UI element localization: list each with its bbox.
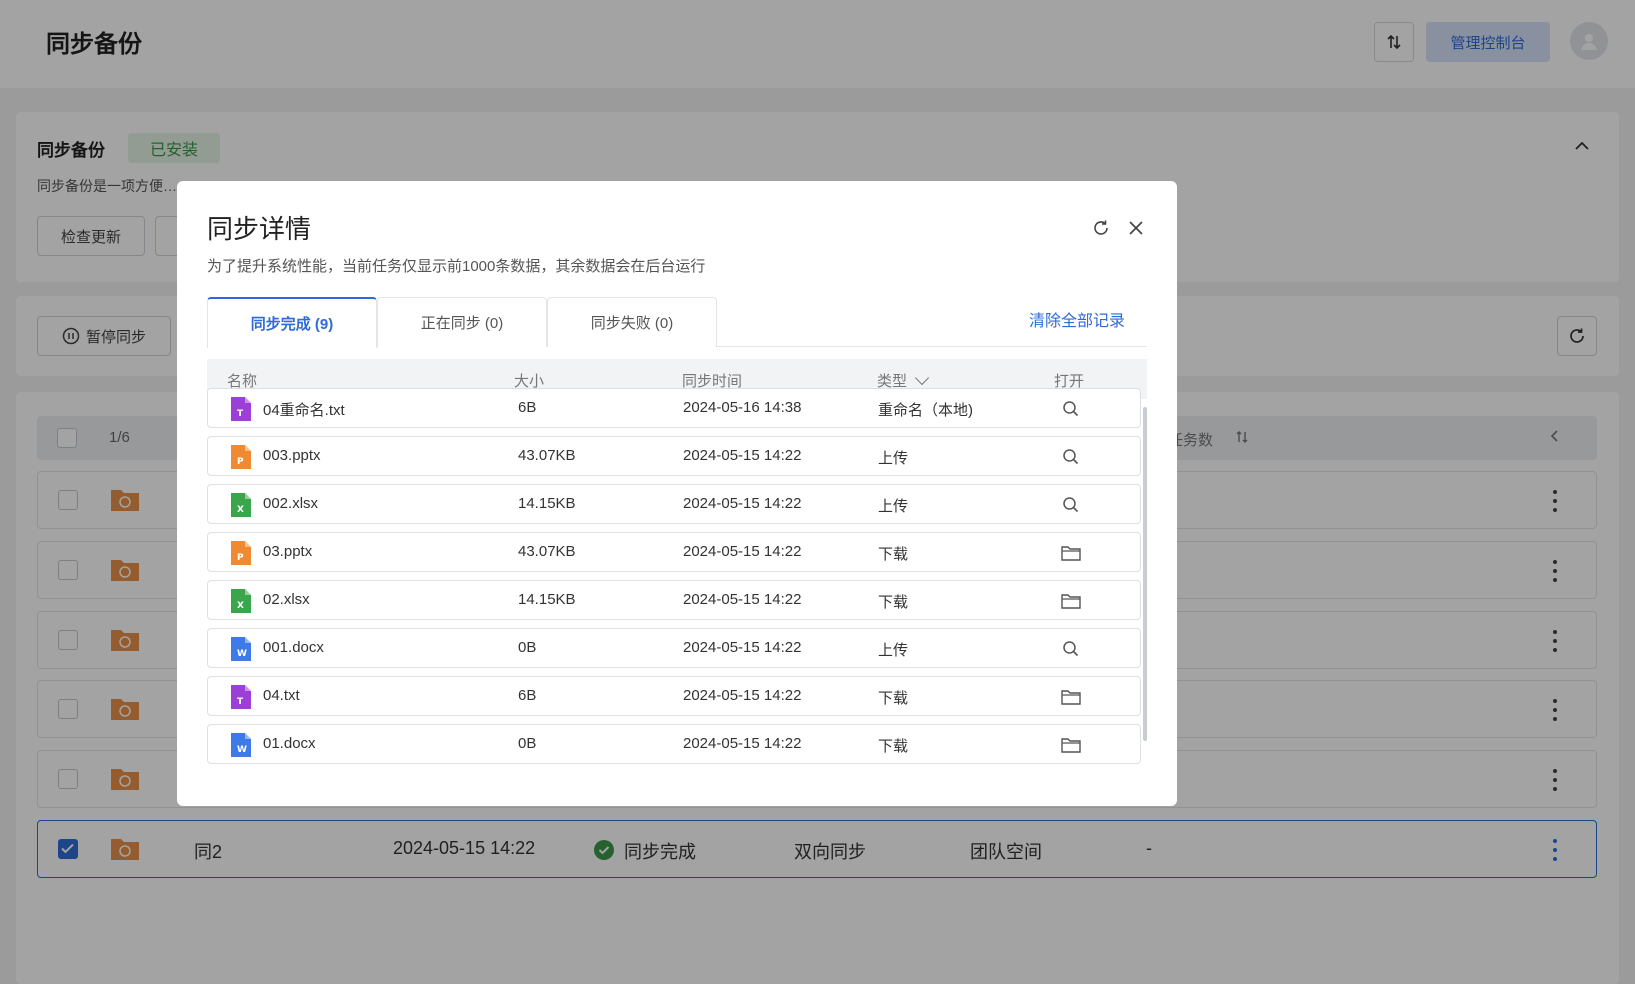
- file-size: 14.15KB: [518, 495, 576, 512]
- file-row[interactable]: T 04重命名.txt 6B 2024-05-16 14:38 重命名（本地): [207, 388, 1141, 428]
- tab-failed[interactable]: 同步失败 (0): [547, 297, 717, 347]
- pptx-file-icon: P: [230, 540, 252, 566]
- svg-text:W: W: [237, 649, 247, 659]
- search-icon[interactable]: [1060, 446, 1082, 468]
- file-name: 04.txt: [263, 687, 300, 704]
- sync-time: 2024-05-15 14:22: [683, 639, 802, 656]
- search-icon[interactable]: [1060, 398, 1082, 420]
- pptx-file-icon: P: [230, 444, 252, 470]
- file-name: 001.docx: [263, 639, 324, 656]
- tab-completed[interactable]: 同步完成 (9): [207, 297, 377, 348]
- file-size: 6B: [518, 687, 537, 704]
- sync-type: 下载: [878, 546, 909, 563]
- file-size: 43.07KB: [518, 447, 576, 464]
- tab-bar: 同步完成 (9) 正在同步 (0) 同步失败 (0): [207, 297, 1147, 348]
- svg-text:P: P: [237, 553, 244, 563]
- file-row[interactable]: T 04.txt 6B 2024-05-15 14:22 下载: [207, 676, 1141, 716]
- xlsx-file-icon: X: [230, 492, 252, 518]
- svg-text:T: T: [237, 409, 244, 419]
- refresh-icon[interactable]: [1090, 217, 1112, 239]
- file-row[interactable]: W 01.docx 0B 2024-05-15 14:22 下载: [207, 724, 1141, 764]
- svg-text:X: X: [237, 505, 244, 515]
- sync-time: 2024-05-15 14:22: [683, 687, 802, 704]
- sync-type: 上传: [878, 642, 909, 659]
- tab-syncing[interactable]: 正在同步 (0): [377, 297, 547, 347]
- file-size: 0B: [518, 639, 537, 656]
- folder-icon[interactable]: [1060, 686, 1082, 708]
- folder-icon[interactable]: [1060, 734, 1082, 756]
- clear-all-records-link[interactable]: 清除全部记录: [1029, 307, 1125, 331]
- file-row[interactable]: X 002.xlsx 14.15KB 2024-05-15 14:22 上传: [207, 484, 1141, 524]
- scrollbar[interactable]: [1143, 407, 1147, 741]
- file-name: 003.pptx: [263, 447, 321, 464]
- txt-file-icon: T: [230, 684, 252, 710]
- chevron-down-icon: [914, 370, 930, 386]
- sync-type: 下载: [878, 594, 909, 611]
- sync-time: 2024-05-15 14:22: [683, 591, 802, 608]
- file-row[interactable]: X 02.xlsx 14.15KB 2024-05-15 14:22 下载: [207, 580, 1141, 620]
- sync-type: 下载: [878, 690, 909, 707]
- modal-title: 同步详情: [207, 214, 312, 244]
- file-row[interactable]: W 001.docx 0B 2024-05-15 14:22 上传: [207, 628, 1141, 668]
- file-name: 03.pptx: [263, 543, 313, 560]
- file-name: 01.docx: [263, 735, 316, 752]
- file-size: 0B: [518, 735, 537, 752]
- file-size: 43.07KB: [518, 543, 576, 560]
- folder-icon[interactable]: [1060, 590, 1082, 612]
- file-name: 002.xlsx: [263, 495, 319, 512]
- svg-text:X: X: [237, 601, 244, 611]
- file-row[interactable]: P 03.pptx 43.07KB 2024-05-15 14:22 下载: [207, 532, 1141, 572]
- modal-notice: 为了提升系统性能，当前任务仅显示前1000条数据，其余数据会在后台运行: [207, 258, 706, 275]
- sync-time: 2024-05-15 14:22: [683, 735, 802, 752]
- file-name: 04重命名.txt: [263, 402, 345, 419]
- sync-detail-modal: 同步详情 为了提升系统性能，当前任务仅显示前1000条数据，其余数据会在后台运行…: [177, 181, 1177, 806]
- docx-file-icon: W: [230, 732, 252, 758]
- sync-type: 上传: [878, 498, 909, 515]
- sync-time: 2024-05-15 14:22: [683, 543, 802, 560]
- txt-file-icon: T: [230, 396, 252, 422]
- search-icon[interactable]: [1060, 638, 1082, 660]
- docx-file-icon: W: [230, 636, 252, 662]
- sync-type: 下载: [878, 738, 909, 755]
- svg-text:T: T: [237, 697, 244, 707]
- svg-text:W: W: [237, 745, 247, 755]
- folder-icon[interactable]: [1060, 542, 1082, 564]
- sync-time: 2024-05-15 14:22: [683, 447, 802, 464]
- sync-type: 重命名（本地): [878, 402, 973, 419]
- file-row[interactable]: P 003.pptx 43.07KB 2024-05-15 14:22 上传: [207, 436, 1141, 476]
- svg-text:P: P: [237, 457, 244, 467]
- close-icon[interactable]: [1125, 217, 1147, 239]
- sync-time: 2024-05-15 14:22: [683, 495, 802, 512]
- xlsx-file-icon: X: [230, 588, 252, 614]
- file-size: 6B: [518, 399, 537, 416]
- sync-type: 上传: [878, 450, 909, 467]
- file-name: 02.xlsx: [263, 591, 310, 608]
- sync-time: 2024-05-16 14:38: [683, 399, 802, 416]
- search-icon[interactable]: [1060, 494, 1082, 516]
- file-size: 14.15KB: [518, 591, 576, 608]
